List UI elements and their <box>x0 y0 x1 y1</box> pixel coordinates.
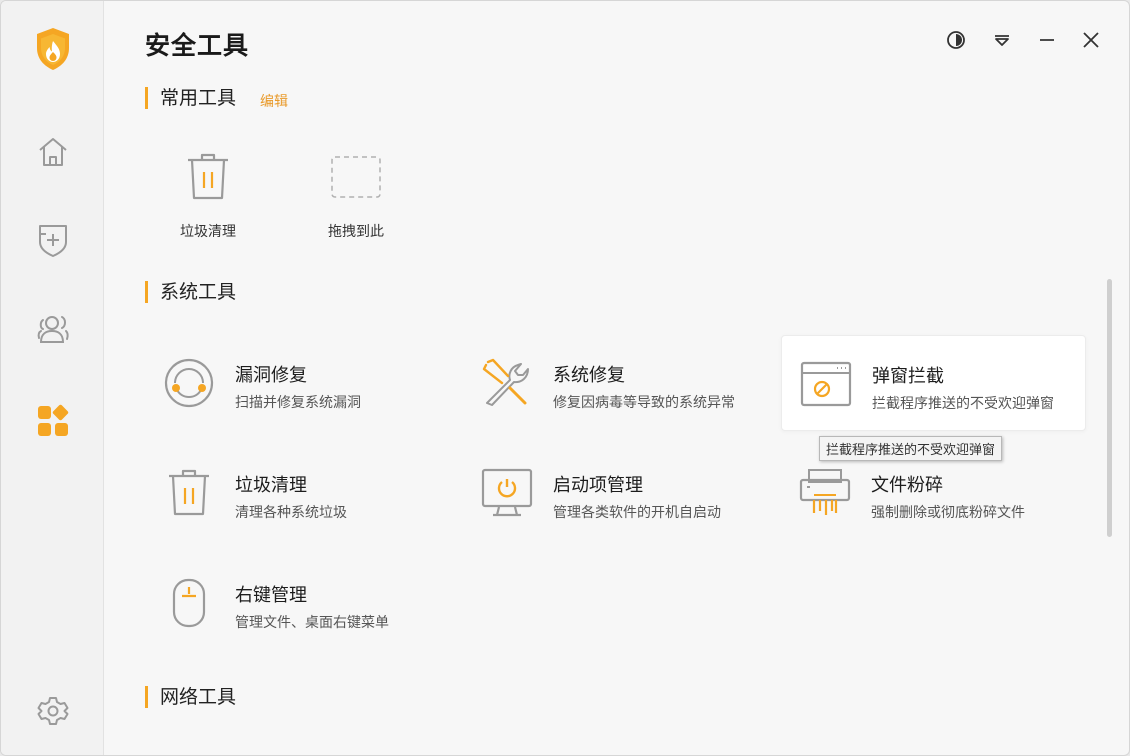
shield-plus-icon <box>36 222 70 258</box>
theme-icon <box>946 30 966 54</box>
tool-description: 修复因病毒等导致的系统异常 <box>553 395 735 411</box>
tool-description: 拦截程序推送的不受欢迎弹窗 <box>872 396 1054 412</box>
tool-description: 管理文件、桌面右键菜单 <box>235 615 389 631</box>
tool-name: 垃圾清理 <box>235 475 307 496</box>
section-title-network: 网络工具 <box>145 686 236 708</box>
theme-button[interactable] <box>943 29 969 55</box>
tool-name: 系统修复 <box>553 365 625 386</box>
startup-monitor-icon <box>479 465 535 521</box>
section-title-system: 系统工具 <box>145 281 236 303</box>
edit-link[interactable]: 编辑 <box>260 91 288 111</box>
tool-description: 管理各类软件的开机自启动 <box>553 505 721 521</box>
quick-tool-junk-clean[interactable]: 垃圾清理 <box>158 147 258 247</box>
trash-icon <box>161 465 217 521</box>
tool-junk-clean[interactable]: 垃圾清理 清理各种系统垃圾 <box>145 445 450 541</box>
close-icon <box>1081 30 1101 54</box>
wrench-screwdriver-icon <box>479 355 535 411</box>
shredder-icon <box>797 465 853 521</box>
sidebar-item-home[interactable] <box>27 126 79 178</box>
app-logo-icon <box>27 23 79 75</box>
vulnerability-fix-icon <box>161 355 217 411</box>
sidebar <box>1 1 104 755</box>
sidebar-item-tools[interactable] <box>27 395 79 447</box>
trash-icon <box>158 147 258 207</box>
close-button[interactable] <box>1078 29 1104 55</box>
app-window: 安全工具 常用工具 编辑 垃圾清理 拖拽到此 系统工具 漏洞修复 扫描并修复系统… <box>0 0 1130 756</box>
tool-name: 启动项管理 <box>553 475 643 496</box>
tooltip: 拦截程序推送的不受欢迎弹窗 <box>819 436 1003 461</box>
tool-description: 扫描并修复系统漏洞 <box>235 395 361 411</box>
tool-name: 右键管理 <box>235 585 307 606</box>
quick-tool-label: 垃圾清理 <box>180 224 236 240</box>
tool-name: 文件粉碎 <box>871 475 943 496</box>
users-icon <box>35 312 71 346</box>
sidebar-item-protection[interactable] <box>27 214 79 266</box>
apps-grid-icon <box>36 404 70 438</box>
page-title: 安全工具 <box>145 31 250 60</box>
tool-name: 弹窗拦截 <box>872 366 944 387</box>
main-content: 安全工具 常用工具 编辑 垃圾清理 拖拽到此 系统工具 漏洞修复 扫描并修复系统… <box>105 1 1129 755</box>
tool-popup-block[interactable]: 弹窗拦截 拦截程序推送的不受欢迎弹窗 <box>781 335 1086 431</box>
sidebar-item-users[interactable] <box>27 303 79 355</box>
tool-name: 漏洞修复 <box>235 365 307 386</box>
mouse-icon <box>161 575 217 631</box>
tool-vulnerability-fix[interactable]: 漏洞修复 扫描并修复系统漏洞 <box>145 335 450 431</box>
minimize-icon <box>1037 30 1057 54</box>
drop-placeholder-icon <box>306 147 406 207</box>
sidebar-item-settings[interactable] <box>27 685 79 737</box>
scrollbar[interactable] <box>1107 279 1112 537</box>
menu-dropdown-button[interactable] <box>989 29 1015 55</box>
tool-description: 强制删除或彻底粉碎文件 <box>871 505 1025 521</box>
tool-description: 清理各种系统垃圾 <box>235 505 347 521</box>
quick-tool-drop-slot[interactable]: 拖拽到此 <box>306 147 406 247</box>
home-icon <box>36 135 70 169</box>
popup-block-icon <box>798 356 854 412</box>
tool-startup-manager[interactable]: 启动项管理 管理各类软件的开机自启动 <box>463 445 768 541</box>
settings-gear-icon <box>37 695 69 727</box>
quick-tool-label: 拖拽到此 <box>328 224 384 240</box>
menu-dropdown-icon <box>992 30 1012 54</box>
section-title-common: 常用工具 <box>145 87 236 109</box>
tool-system-repair[interactable]: 系统修复 修复因病毒等导致的系统异常 <box>463 335 768 431</box>
tool-context-menu-manager[interactable]: 右键管理 管理文件、桌面右键菜单 <box>145 555 450 651</box>
minimize-button[interactable] <box>1034 29 1060 55</box>
